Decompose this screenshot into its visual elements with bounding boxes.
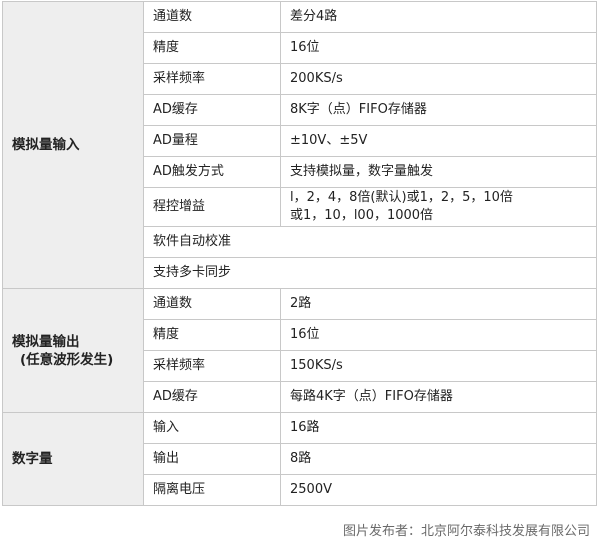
spec-label: 采样频率 <box>143 63 281 95</box>
spec-value: 16位 <box>280 319 597 351</box>
spec-label: 通道数 <box>143 288 281 320</box>
group-title: 模拟量输入 <box>12 137 80 153</box>
group-title: 模拟量输出 <box>12 333 80 350</box>
spec-label: AD缓存 <box>143 94 281 126</box>
group-cell-analog-input: 模拟量输入 <box>2 1 144 289</box>
spec-value: 每路4K字（点）FIFO存储器 <box>280 381 597 413</box>
spec-label: AD触发方式 <box>143 156 281 188</box>
group-cell-digital: 数字量 <box>2 412 144 506</box>
spec-label: AD缓存 <box>143 381 281 413</box>
spec-value: ±10V、±5V <box>280 125 597 157</box>
spec-value: 16路 <box>280 412 597 444</box>
spec-table: 模拟量输入 通道数 差分4路 精度 16位 采样频率 200KS/s AD缓存 … <box>2 1 597 506</box>
table-row: 模拟量输入 通道数 差分4路 <box>2 1 597 289</box>
spec-value-line: l，2，4，8倍(默认)或1，2，5，10倍 <box>290 190 513 205</box>
spec-label-wide: 软件自动校准 <box>143 226 597 258</box>
table-row: 模拟量输出 (任意波形发生) 通道数 2路 <box>2 288 597 413</box>
spec-value: 支持模拟量，数字量触发 <box>280 156 597 188</box>
spec-label: 程控增益 <box>143 187 281 227</box>
spec-label: 输出 <box>143 443 281 475</box>
spec-value-multiline: l，2，4，8倍(默认)或1，2，5，10倍 或1，10，l00，1000倍 <box>280 187 597 227</box>
spec-value: 2500V <box>280 474 597 506</box>
spec-label: 精度 <box>143 319 281 351</box>
spec-label: 隔离电压 <box>143 474 281 506</box>
spec-value: 16位 <box>280 32 597 64</box>
spec-value: 8路 <box>280 443 597 475</box>
image-caption: 图片发布者：北京阿尔泰科技发展有限公司 <box>342 524 590 539</box>
spec-label: AD量程 <box>143 125 281 157</box>
group-cell-analog-output: 模拟量输出 (任意波形发生) <box>2 288 144 413</box>
spec-label: 采样频率 <box>143 350 281 382</box>
group-subtitle: (任意波形发生) <box>20 351 114 368</box>
spec-value: 150KS/s <box>280 350 597 382</box>
table-row: 数字量 输入 16路 <box>2 412 597 506</box>
group-title: 数字量 <box>12 451 53 467</box>
spec-value-line: 或1，10，l00，1000倍 <box>290 208 434 223</box>
spec-value: 200KS/s <box>280 63 597 95</box>
spec-label: 输入 <box>143 412 281 444</box>
spec-value: 差分4路 <box>280 1 597 33</box>
spec-label-wide: 支持多卡同步 <box>143 257 597 289</box>
spec-value: 2路 <box>280 288 597 320</box>
spec-label: 通道数 <box>143 1 281 33</box>
spec-value: 8K字（点）FIFO存储器 <box>280 94 597 126</box>
spec-label: 精度 <box>143 32 281 64</box>
